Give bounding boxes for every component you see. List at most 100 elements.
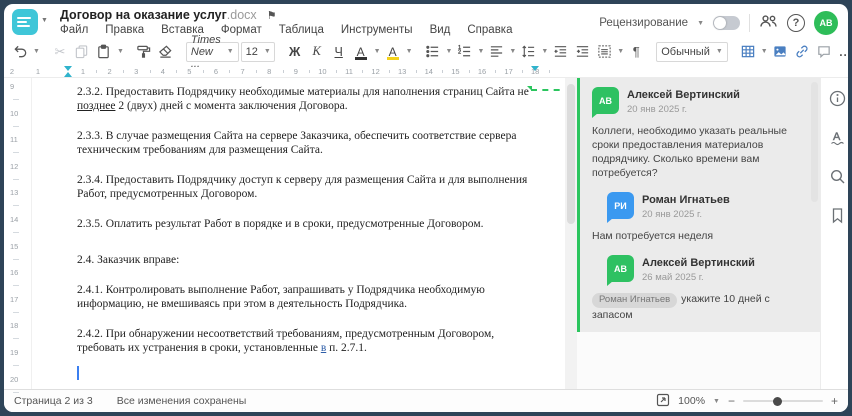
image-icon[interactable]: [770, 41, 790, 63]
first-line-indent-marker[interactable]: [64, 66, 72, 71]
info-icon[interactable]: [829, 90, 846, 112]
page-count-label[interactable]: Страница 2 из 3: [14, 395, 93, 407]
line-spacing-icon[interactable]: [518, 41, 538, 63]
zoom-in-button[interactable]: +: [831, 394, 838, 408]
bullet-list-icon[interactable]: [423, 41, 443, 63]
zoom-out-button[interactable]: −: [728, 394, 735, 408]
review-toggle[interactable]: [713, 16, 740, 30]
copy-icon[interactable]: [72, 41, 92, 63]
menu-tools[interactable]: Инструменты: [341, 24, 413, 36]
comment-reply-item: РИ Роман Игнатьев 20 янв 2025 г. Нам пот…: [592, 192, 808, 243]
highlight-chevron-down-icon[interactable]: ▼: [406, 48, 413, 55]
logo-chevron-down-icon[interactable]: ▼: [41, 17, 48, 24]
comment-date: 26 май 2025 г.: [642, 272, 704, 283]
numbered-list-icon[interactable]: 12: [454, 41, 474, 63]
underline-button[interactable]: Ч: [329, 41, 349, 63]
align-icon[interactable]: [486, 41, 506, 63]
align-chevron-down-icon[interactable]: ▼: [509, 48, 516, 55]
comments-panel: АВ Алексей Вертинский 20 янв 2025 г. Кол…: [577, 78, 820, 389]
vertical-ruler[interactable]: 9 10 11 12 13 14 15 16 17 18 19 20: [4, 78, 32, 393]
document-title: Договор на оказание услуг.docx ⚑: [60, 8, 277, 22]
borders-chevron-down-icon[interactable]: ▼: [617, 48, 624, 55]
comment-author: Алексей Вертинский: [642, 257, 755, 269]
document-page[interactable]: 2.3.2. Предоставить Подрядчику необходим…: [32, 78, 565, 389]
app-logo-icon[interactable]: [12, 9, 38, 35]
more-tools-button[interactable]: ...: [836, 41, 848, 63]
numbered-list-chevron-down-icon[interactable]: ▼: [477, 48, 484, 55]
undo-chevron-down-icon[interactable]: ▼: [33, 48, 40, 55]
pilcrow-icon[interactable]: ¶: [626, 41, 646, 63]
paragraph-2-3-5: 2.3.5. Оплатить результат Работ в порядк…: [77, 218, 484, 230]
menu-format[interactable]: Формат: [221, 24, 262, 36]
left-indent-marker[interactable]: [64, 72, 72, 77]
collaborators-icon[interactable]: [759, 13, 778, 34]
status-bar: Страница 2 из 3 Все изменения сохранены …: [4, 389, 848, 412]
table-icon[interactable]: [738, 41, 758, 63]
comment-item: АВ Алексей Вертинский 20 янв 2025 г. Кол…: [592, 87, 808, 180]
zoom-slider-thumb[interactable]: [772, 396, 782, 406]
toolbar: ▼ ✂ ▼ Times New ... ▼ 12 ▼ Ж К Ч А ▼ А ▼ ▼ 1…: [4, 34, 848, 70]
paragraph-2-3-2: 2.3.2. Предоставить Подрядчику необходим…: [77, 86, 529, 112]
zoom-level-label[interactable]: 100%: [678, 395, 705, 407]
bullet-list-chevron-down-icon[interactable]: ▼: [446, 48, 453, 55]
document-scrollbar[interactable]: [565, 78, 577, 389]
clear-style-icon[interactable]: [156, 41, 176, 63]
highlight-color-button[interactable]: А: [386, 45, 400, 60]
comment-text: Нам потребуется неделя: [592, 230, 714, 242]
font-color-chevron-down-icon[interactable]: ▼: [374, 48, 381, 55]
menu-view[interactable]: Вид: [430, 24, 451, 36]
paste-icon[interactable]: [94, 41, 114, 63]
tracked-insertion: позднее: [77, 99, 116, 112]
comment-date: 20 янв 2025 г.: [627, 104, 688, 115]
document-text[interactable]: 2.3.2. Предоставить Подрядчику необходим…: [77, 86, 541, 380]
menu-table[interactable]: Таблица: [279, 24, 324, 36]
comments-scrollbar[interactable]: [811, 82, 818, 202]
menu-edit[interactable]: Правка: [105, 24, 144, 36]
review-chevron-down-icon[interactable]: ▼: [697, 20, 704, 27]
font-color-button[interactable]: А: [354, 45, 368, 60]
paragraph-2-4-1: 2.4.1. Контролировать выполнение Работ, …: [77, 284, 485, 310]
paragraph-borders-icon[interactable]: [594, 41, 614, 63]
zoom-slider[interactable]: [742, 396, 823, 406]
horizontal-ruler[interactable]: 2 1 1 2 3 4 5 6 7 8 9 10 11 12 13 14 15 16 17 18: [4, 65, 848, 78]
help-icon[interactable]: ?: [787, 14, 805, 32]
comment-reply-item: АВ Алексей Вертинский 26 май 2025 г. Ром…: [592, 255, 808, 322]
paste-chevron-down-icon[interactable]: ▼: [117, 48, 124, 55]
right-sidebar: A: [820, 78, 848, 389]
comment-connector-arrow: [527, 86, 532, 91]
undo-button[interactable]: [10, 41, 30, 63]
comment-thread[interactable]: АВ Алексей Вертинский 20 янв 2025 г. Кол…: [577, 78, 820, 332]
search-icon[interactable]: [829, 168, 846, 190]
bookmark-icon[interactable]: [829, 207, 846, 229]
format-painter-icon[interactable]: [134, 41, 154, 63]
comment-icon[interactable]: [814, 41, 834, 63]
table-chevron-down-icon[interactable]: ▼: [761, 48, 768, 55]
font-name-select[interactable]: Times New ... ▼: [185, 34, 239, 70]
font-size-select[interactable]: 12 ▼: [240, 41, 275, 62]
header-right: Рецензирование ▼ ? АВ: [599, 11, 838, 35]
app-window: ▼ Договор на оказание услуг.docx ⚑ Файл П…: [4, 4, 848, 412]
user-avatar[interactable]: АВ: [814, 11, 838, 35]
fit-page-icon[interactable]: [656, 393, 670, 410]
cut-icon[interactable]: ✂: [50, 41, 70, 63]
link-icon[interactable]: [792, 41, 812, 63]
document-title-text: Договор на оказание услуг: [60, 8, 227, 22]
decrease-indent-icon[interactable]: [550, 41, 570, 63]
italic-button[interactable]: К: [307, 41, 327, 63]
main-area: 9 10 11 12 13 14 15 16 17 18 19 20 2.3.2. Предостав…: [4, 78, 848, 393]
menu-help[interactable]: Справка: [467, 24, 512, 36]
paragraph-2-3-3: 2.3.3. В случае размещения Сайта на серв…: [77, 130, 517, 156]
menu-file[interactable]: Файл: [60, 24, 88, 36]
mention-badge[interactable]: Роман Игнатьев: [592, 292, 678, 308]
menu-insert[interactable]: Вставка: [161, 24, 204, 36]
paragraph-style-select[interactable]: Обычный ▼: [656, 41, 728, 62]
review-mode-label[interactable]: Рецензирование: [599, 17, 688, 29]
line-spacing-chevron-down-icon[interactable]: ▼: [541, 48, 548, 55]
bold-button[interactable]: Ж: [285, 41, 305, 63]
flag-icon[interactable]: ⚑: [267, 10, 277, 22]
zoom-chevron-down-icon[interactable]: ▼: [713, 398, 720, 405]
spellcheck-icon[interactable]: A: [829, 129, 846, 151]
increase-indent-icon[interactable]: [572, 41, 592, 63]
save-status-label: Все изменения сохранены: [116, 395, 247, 407]
comment-avatar: РИ: [607, 192, 634, 223]
